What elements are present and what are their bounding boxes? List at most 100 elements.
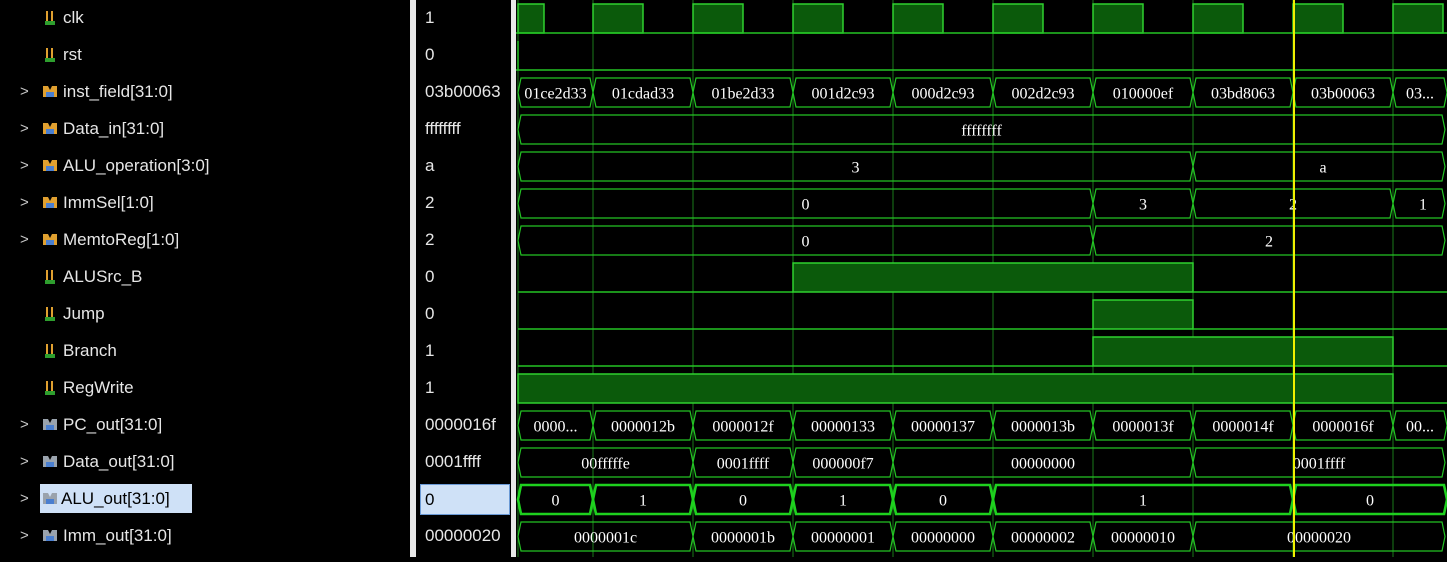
alu-out-value-label: 1	[839, 493, 847, 510]
pc-out-value-label: 0000...	[534, 419, 578, 436]
wire-icon	[42, 269, 58, 285]
clk-high	[517, 3, 545, 34]
inst-field-value-label: 01ce2d33	[524, 86, 586, 103]
clk-high	[692, 3, 744, 34]
signal-row-alusrc-b[interactable]: ALUSrc_B	[0, 259, 410, 296]
clk-high	[1292, 3, 1344, 34]
signal-row-clk[interactable]: clk	[0, 0, 410, 37]
data-out-value-label: 0001ffff	[1293, 456, 1346, 473]
imm-out-value-label: 00000000	[911, 530, 975, 547]
signal-row-branch[interactable]: Branch	[0, 333, 410, 370]
signal-row-data-in[interactable]: > Data_in[31:0]	[0, 111, 410, 148]
value-row: 03b00063	[416, 74, 511, 111]
signal-name: Data_in[31:0]	[63, 119, 165, 138]
waveform-panel[interactable]: 01ce2d33 01cdad33 01be2d33 001d2c93 000d2c93…	[516, 0, 1447, 557]
signal-name: Imm_out[31:0]	[63, 526, 172, 545]
wire-icon	[42, 47, 58, 63]
signal-value: ffffffff	[425, 119, 461, 138]
inst-field-value-label: 03...	[1406, 86, 1434, 103]
signal-row-immsel[interactable]: > ImmSel[1:0]	[0, 185, 410, 222]
signal-row-imm-out[interactable]: > Imm_out[31:0]	[0, 518, 410, 555]
signal-name: inst_field[31:0]	[63, 82, 173, 101]
signal-name: clk	[63, 8, 84, 27]
signal-row-rst[interactable]: rst	[0, 37, 410, 74]
waveform-canvas[interactable]: 01ce2d33 01cdad33 01be2d33 001d2c93 000d2c93…	[516, 0, 1447, 557]
value-row-selected: 0	[416, 481, 511, 518]
bus-out-icon	[42, 491, 58, 507]
wire-icon	[42, 343, 58, 359]
immsel-value-label: 3	[1139, 197, 1147, 214]
value-row: 0000016f	[416, 407, 511, 444]
expand-chevron-icon[interactable]: >	[20, 454, 34, 470]
bus-icon	[42, 121, 58, 137]
inst-field-value-label: 010000ef	[1113, 86, 1174, 103]
alu-out-value-label: 0	[1366, 493, 1374, 510]
signal-value: 00000020	[425, 526, 501, 545]
imm-out-value-label: 00000010	[1111, 530, 1175, 547]
signal-row-memtoreg[interactable]: > MemtoReg[1:0]	[0, 222, 410, 259]
signal-name: MemtoReg[1:0]	[63, 230, 180, 249]
clk-high	[992, 3, 1044, 34]
expand-chevron-icon[interactable]: >	[20, 232, 34, 248]
data-out-value-label: 000000f7	[812, 456, 873, 473]
value-row: 0	[416, 259, 511, 296]
alu-operation-value-label: a	[1319, 160, 1326, 177]
value-row: 0	[416, 37, 511, 74]
bus-icon	[42, 195, 58, 211]
signal-row-alu-operation[interactable]: > ALU_operation[3:0]	[0, 148, 410, 185]
pc-out-value-label: 0000013f	[1112, 419, 1174, 436]
signal-value: 1	[425, 341, 435, 360]
expand-chevron-icon[interactable]: >	[20, 195, 34, 211]
immsel-value-label: 0	[802, 197, 810, 214]
expand-chevron-icon[interactable]: >	[20, 528, 34, 544]
alu-out-value-label: 0	[739, 493, 747, 510]
signal-name: RegWrite	[63, 378, 134, 397]
signal-value: 0	[425, 267, 435, 286]
wire-icon	[42, 380, 58, 396]
imm-out-value-label: 0000001c	[574, 530, 637, 547]
signal-row-pc-out[interactable]: > PC_out[31:0]	[0, 407, 410, 444]
signal-value: 2	[425, 230, 435, 249]
expand-chevron-icon[interactable]: >	[20, 417, 34, 433]
alu-out-value-label: 1	[639, 493, 647, 510]
value-row: a	[416, 148, 511, 185]
data-out-value-label: 00fffffe	[581, 456, 630, 473]
signal-row-inst-field[interactable]: > inst_field[31:0]	[0, 74, 410, 111]
clk-high	[892, 3, 944, 34]
inst-field-value-label: 01be2d33	[711, 86, 774, 103]
signal-name: Jump	[63, 304, 105, 323]
signal-value: 0	[425, 45, 435, 64]
clk-high	[1392, 3, 1444, 34]
value-row: ffffffff	[416, 111, 511, 148]
bus-icon	[42, 232, 58, 248]
imm-out-value-label: 0000001b	[711, 530, 775, 547]
expand-chevron-icon[interactable]: >	[20, 158, 34, 174]
value-row: 0	[416, 296, 511, 333]
pc-out-value-label: 00000133	[811, 419, 875, 436]
signal-row-alu-out[interactable]: > ALU_out[31:0]	[0, 481, 410, 518]
signal-value: 1	[425, 378, 435, 397]
value-row: 1	[416, 0, 511, 37]
clk-high	[1192, 3, 1244, 34]
signal-row-regwrite[interactable]: RegWrite	[0, 370, 410, 407]
expand-chevron-icon[interactable]: >	[20, 491, 34, 507]
signal-value: 1	[425, 8, 435, 27]
signal-name: Data_out[31:0]	[63, 452, 175, 471]
value-row: 0001ffff	[416, 444, 511, 481]
signal-row-jump[interactable]: Jump	[0, 296, 410, 333]
imm-out-value-label: 00000002	[1011, 530, 1075, 547]
pc-out-value-label: 0000012b	[611, 419, 675, 436]
bus-out-icon	[42, 417, 58, 433]
expand-chevron-icon[interactable]: >	[20, 121, 34, 137]
wire-icon	[42, 10, 58, 26]
signal-row-data-out[interactable]: > Data_out[31:0]	[0, 444, 410, 481]
expand-chevron-icon[interactable]: >	[20, 84, 34, 100]
alu-out-value-label: 1	[1139, 493, 1147, 510]
data-out-value-label: 00000000	[1011, 456, 1075, 473]
bus-icon	[42, 84, 58, 100]
value-row: 2	[416, 222, 511, 259]
inst-field-value-label: 03b00063	[1311, 86, 1375, 103]
alusrc-b-high	[792, 262, 1194, 293]
bus-icon	[42, 158, 58, 174]
value-row: 00000020	[416, 518, 511, 555]
